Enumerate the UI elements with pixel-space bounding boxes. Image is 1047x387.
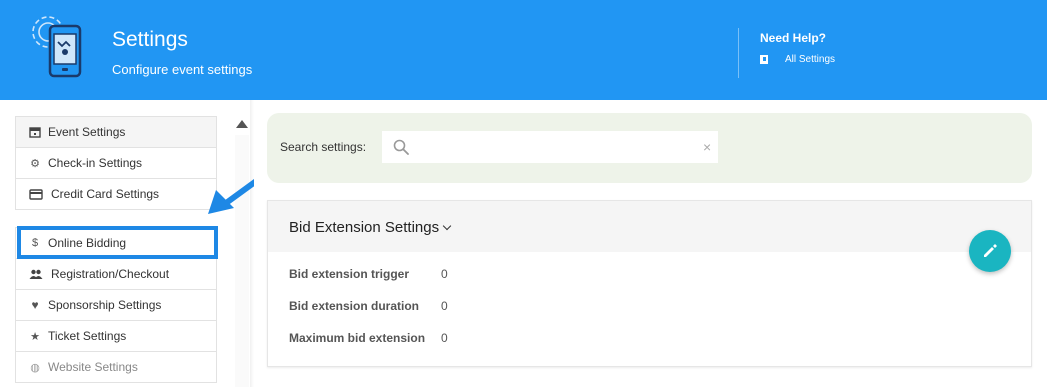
online-bidding-highlight-box — [17, 226, 218, 259]
row-label-maximum-bid-extension: Maximum bid extension — [289, 331, 426, 345]
row-value-bid-extension-trigger: 0 — [441, 267, 448, 281]
edit-button[interactable] — [969, 230, 1011, 272]
clear-icon[interactable]: × — [703, 139, 711, 155]
row-value-bid-extension-duration: 0 — [441, 299, 448, 313]
sidebar-item-label: Event Settings — [48, 125, 126, 139]
sidebar-item-label: Ticket Settings — [48, 329, 127, 343]
row-label-bid-extension-trigger: Bid extension trigger — [289, 267, 410, 281]
credit-card-icon — [29, 189, 43, 200]
sidebar-item-label: Registration/Checkout — [51, 267, 170, 281]
settings-phone-icon — [32, 16, 82, 78]
sidebar-group-event: Event Settings ⚙ Check-in Settings Credi… — [15, 116, 217, 210]
row-label-bid-extension-duration: Bid extension duration — [289, 299, 420, 313]
page-subtitle: Configure event settings — [112, 62, 253, 77]
sidebar-item-registration-checkout[interactable]: Registration/Checkout — [16, 259, 216, 290]
people-icon — [29, 269, 43, 279]
search-label: Search settings: — [280, 140, 367, 154]
sidebar-item-label: Sponsorship Settings — [48, 298, 162, 312]
sidebar-item-label: Credit Card Settings — [51, 187, 160, 201]
sidebar-item-sponsorship-settings[interactable]: ♥ Sponsorship Settings — [16, 290, 216, 321]
sidebar-item-label: Website Settings — [48, 360, 138, 374]
gear-icon: ⚙ — [30, 157, 40, 170]
pencil-icon — [984, 244, 997, 257]
bid-extension-card: Bid Extension Settings Bid extension tri… — [267, 200, 1032, 367]
header-divider — [738, 28, 739, 78]
all-settings-link[interactable]: All Settings — [760, 54, 835, 65]
sidebar-item-credit-card-settings[interactable]: Credit Card Settings — [16, 179, 216, 210]
all-settings-label: All Settings — [785, 54, 836, 65]
row-value-maximum-bid-extension: 0 — [441, 331, 448, 345]
scroll-up-arrow-icon[interactable] — [236, 120, 248, 128]
heart-handshake-icon: ♥ — [31, 298, 39, 312]
card-title: Bid Extension Settings — [289, 219, 440, 236]
sidebar-item-ticket-settings[interactable]: ★ Ticket Settings — [16, 321, 216, 352]
page-header: Settings Configure event settings Need H… — [0, 0, 1047, 100]
chevron-down-icon[interactable] — [442, 221, 452, 231]
sidebar-item-event-settings[interactable]: Event Settings — [16, 117, 216, 148]
page-title: Settings — [112, 28, 188, 51]
search-icon — [393, 139, 409, 155]
help-title: Need Help? — [760, 31, 827, 45]
sidebar-item-check-in-settings[interactable]: ⚙ Check-in Settings — [16, 148, 216, 179]
star-icon: ★ — [30, 330, 40, 343]
calendar-icon — [29, 127, 41, 138]
globe-icon: ◍ — [30, 361, 40, 374]
sidebar-item-website-settings[interactable]: ◍ Website Settings — [16, 352, 216, 383]
book-icon — [760, 55, 768, 64]
search-input[interactable] — [416, 134, 696, 160]
card-header[interactable]: Bid Extension Settings — [268, 201, 1031, 252]
sidebar-item-label: Check-in Settings — [48, 156, 143, 170]
